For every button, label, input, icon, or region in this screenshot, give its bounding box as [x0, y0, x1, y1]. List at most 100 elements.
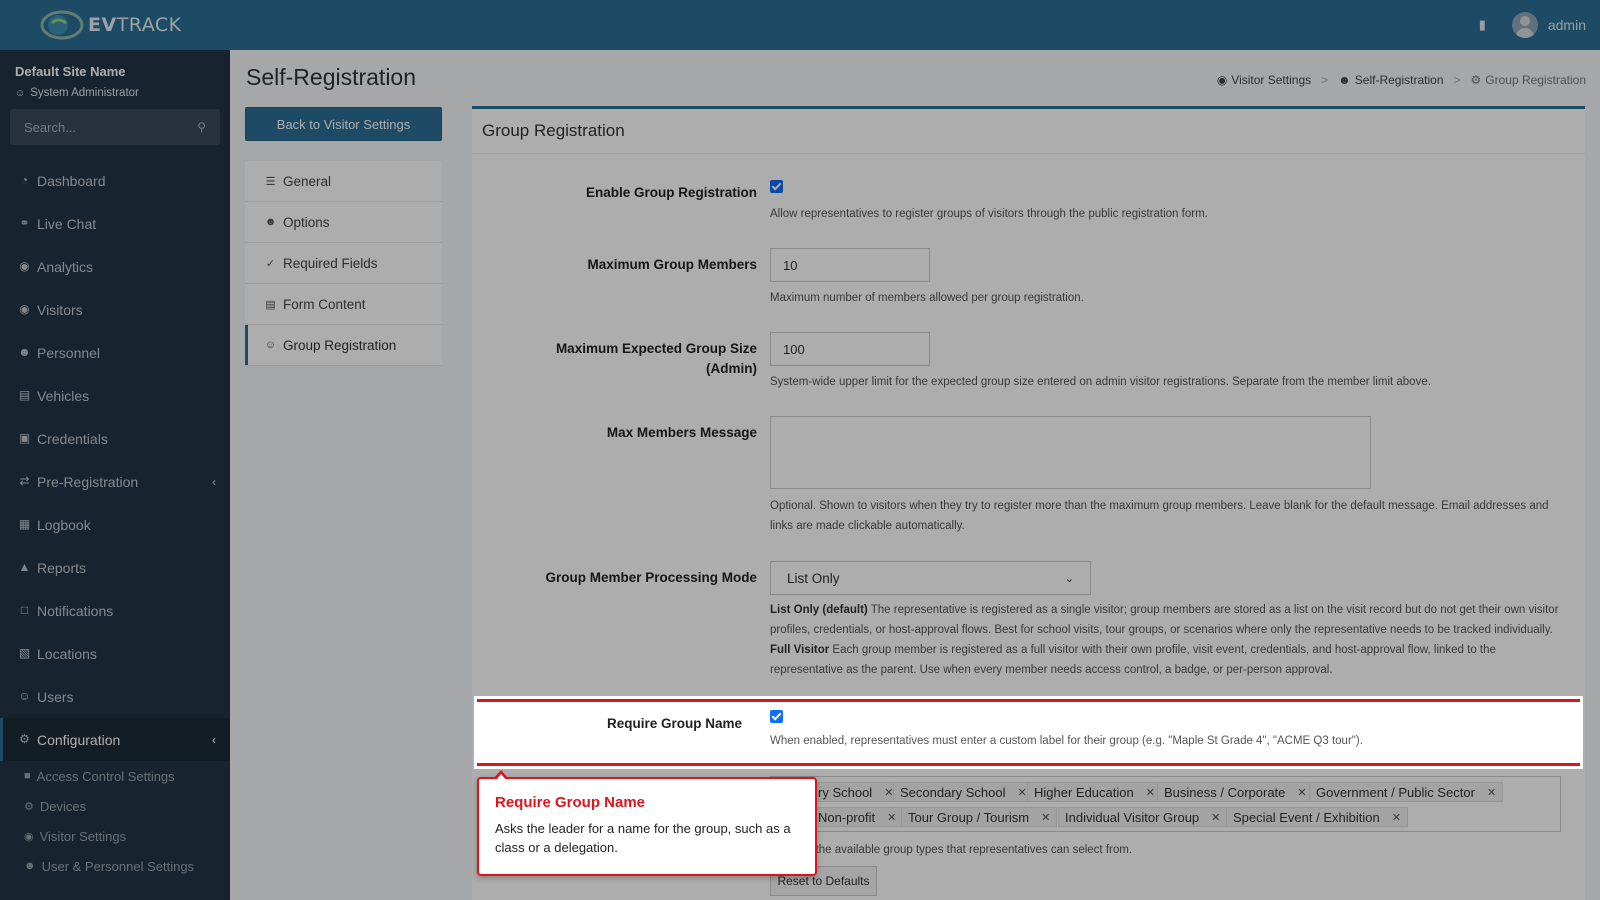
sidebar-item-live-chat[interactable]: ⚭ Live Chat: [0, 202, 230, 245]
enable-group-registration-checkbox[interactable]: [770, 180, 783, 193]
tag-higher-education[interactable]: Higher Education ✕: [1027, 782, 1162, 802]
sidebar-item-personnel[interactable]: ☻ Personnel: [0, 331, 230, 374]
processing-mode-label: Group Member Processing Mode: [545, 570, 757, 585]
sidebar-item-label: Analytics: [37, 258, 94, 275]
close-icon[interactable]: ✕: [1146, 786, 1155, 799]
close-icon[interactable]: ✕: [1297, 786, 1306, 799]
sidebar-item-visitors[interactable]: ◉ Visitors: [0, 288, 230, 331]
breadcrumb-visitor-settings[interactable]: ◉ Visitor Settings: [1217, 73, 1311, 87]
sidebar-item-dashboard[interactable]: ◔ Dashboard: [0, 159, 230, 202]
tag-label: Non-profit: [818, 809, 876, 825]
brand-logo[interactable]: EVTRACK: [0, 0, 230, 50]
max-group-members-input[interactable]: 10: [770, 248, 930, 282]
lock-icon: ■: [24, 770, 31, 782]
breadcrumb-label: Visitor Settings: [1231, 73, 1312, 87]
max-group-members-help: Maximum number of members allowed per gr…: [770, 292, 1084, 304]
tag-primary-school[interactable]: ry School ✕: [811, 782, 901, 802]
max-group-members-label: Maximum Group Members: [587, 257, 757, 272]
sliders-icon: ☰: [265, 175, 276, 188]
headset-icon: ⚭: [19, 216, 30, 230]
sidebar-subitem-visitor-settings[interactable]: ◉ Visitor Settings: [0, 821, 230, 851]
close-icon[interactable]: ✕: [1041, 811, 1050, 824]
tag-tour-group[interactable]: Tour Group / Tourism ✕: [901, 807, 1058, 827]
require-group-name-checkbox[interactable]: [770, 710, 783, 723]
sidebar-subitem-label: Access Control Settings: [36, 768, 175, 784]
enable-group-registration-label: Enable Group Registration: [585, 185, 757, 200]
require-group-name-row: Require Group Name When enabled, represe…: [477, 699, 1580, 766]
group-types-tags-input[interactable]: ry School ✕ Secondary School ✕ Higher Educ…: [770, 776, 1561, 832]
sidebar-subitem-user-personnel-settings[interactable]: ☻ User & Personnel Settings: [0, 851, 230, 881]
subnav-item-group-registration[interactable]: ☺ Group Registration: [245, 325, 442, 366]
sidebar-item-users[interactable]: ☺ Users: [0, 675, 230, 718]
people-group-icon: ☺: [264, 339, 277, 351]
max-group-members-value: 10: [783, 257, 798, 273]
sidebar-item-credentials[interactable]: ▣ Credentials: [0, 417, 230, 460]
max-expected-group-size-input[interactable]: 100: [770, 332, 930, 366]
tooltip-title: Require Group Name: [495, 794, 646, 811]
chevron-down-icon: ⌄: [1064, 572, 1074, 585]
settings-subnav: ☰ General ☻ Options ✓ Required Fields ▤ Form…: [245, 161, 442, 366]
sidebar-search-input[interactable]: Search... ⚲: [10, 109, 220, 145]
building-icon: ▧: [18, 646, 31, 660]
sidebar-subitem-devices[interactable]: ⚙ Devices: [0, 791, 230, 821]
max-members-message-textarea[interactable]: [770, 416, 1371, 489]
close-icon[interactable]: ✕: [1018, 786, 1027, 799]
subnav-label: Required Fields: [283, 255, 378, 271]
comment-icon: □: [20, 603, 29, 617]
sidebar-item-label: Logbook: [37, 516, 91, 533]
arrows-icon: ⇄: [19, 474, 30, 488]
tag-label: Government / Public Sector: [1316, 784, 1475, 800]
search-icon[interactable]: ⚲: [197, 120, 206, 134]
breadcrumb-label: Group Registration: [1485, 73, 1586, 87]
close-icon[interactable]: ✕: [1487, 786, 1496, 799]
sidebar-item-logbook[interactable]: ▦ Logbook: [0, 503, 230, 546]
site-name: Default Site Name: [15, 64, 126, 79]
user-gear-icon: ☻: [264, 216, 277, 228]
subnav-label: Group Registration: [283, 337, 397, 353]
bookmark-icon[interactable]: ▮: [1479, 17, 1486, 33]
sidebar-item-label: Locations: [37, 645, 97, 662]
sidebar-item-label: Live Chat: [37, 215, 97, 232]
tag-secondary-school[interactable]: Secondary School ✕: [893, 782, 1034, 802]
processing-mode-select[interactable]: List Only ⌄: [770, 561, 1091, 595]
subnav-item-required-fields[interactable]: ✓ Required Fields: [245, 243, 442, 284]
subnav-item-options[interactable]: ☻ Options: [245, 202, 442, 243]
sidebar-item-label: Configuration: [37, 731, 121, 748]
sidebar-item-label: Users: [37, 688, 74, 705]
close-icon[interactable]: ✕: [1392, 811, 1401, 824]
sidebar-subitem-access-control[interactable]: ■ Access Control Settings: [0, 761, 230, 791]
eye-icon: ◉: [19, 302, 30, 316]
tag-business-corporate[interactable]: Business / Corporate ✕: [1157, 782, 1314, 802]
close-icon[interactable]: ✕: [1211, 811, 1220, 824]
sidebar-item-analytics[interactable]: ◉ Analytics: [0, 245, 230, 288]
list-check-icon: ✓: [265, 257, 276, 270]
max-expected-group-size-value: 100: [783, 341, 805, 357]
close-icon[interactable]: ✕: [887, 811, 896, 824]
sidebar-subitem-label: User & Personnel Settings: [41, 858, 195, 874]
sidebar-subitem-label: Visitor Settings: [39, 828, 127, 844]
breadcrumb: ◉ Visitor Settings > ☻ Self-Registration >…: [1217, 73, 1586, 87]
back-to-visitor-settings-button[interactable]: Back to Visitor Settings: [245, 107, 442, 141]
sidebar-item-label: Notifications: [37, 602, 114, 619]
subnav-item-general[interactable]: ☰ General: [245, 161, 442, 202]
sidebar-item-locations[interactable]: ▧ Locations: [0, 632, 230, 675]
sidebar-item-vehicles[interactable]: ▤ Vehicles: [0, 374, 230, 417]
tag-non-profit[interactable]: Non-profit ✕: [811, 807, 904, 827]
tag-individual-visitor-group[interactable]: Individual Visitor Group ✕: [1058, 807, 1228, 827]
chevron-left-icon: ‹: [212, 474, 216, 489]
require-group-name-help: When enabled, representatives must enter…: [770, 735, 1363, 747]
sidebar-item-pre-registration[interactable]: ⇄ Pre-Registration ‹: [0, 460, 230, 503]
user-menu[interactable]: admin: [1511, 12, 1586, 38]
tag-government[interactable]: Government / Public Sector ✕: [1309, 782, 1504, 802]
tag-label: Tour Group / Tourism: [908, 809, 1030, 825]
sidebar-item-configuration[interactable]: ⚙ Configuration ‹: [0, 718, 230, 761]
brand-name-bold: EV: [88, 14, 117, 36]
page-title: Self-Registration: [246, 64, 417, 90]
tag-special-event[interactable]: Special Event / Exhibition ✕: [1226, 807, 1408, 827]
book-icon: ▦: [18, 517, 31, 531]
breadcrumb-self-registration[interactable]: ☻ Self-Registration: [1338, 73, 1443, 87]
sidebar-item-notifications[interactable]: □ Notifications: [0, 589, 230, 632]
tooltip-body: Asks the leader for a name for the group…: [495, 821, 791, 855]
subnav-item-form-content[interactable]: ▤ Form Content: [245, 284, 442, 325]
sidebar-item-reports[interactable]: ▲ Reports: [0, 546, 230, 589]
